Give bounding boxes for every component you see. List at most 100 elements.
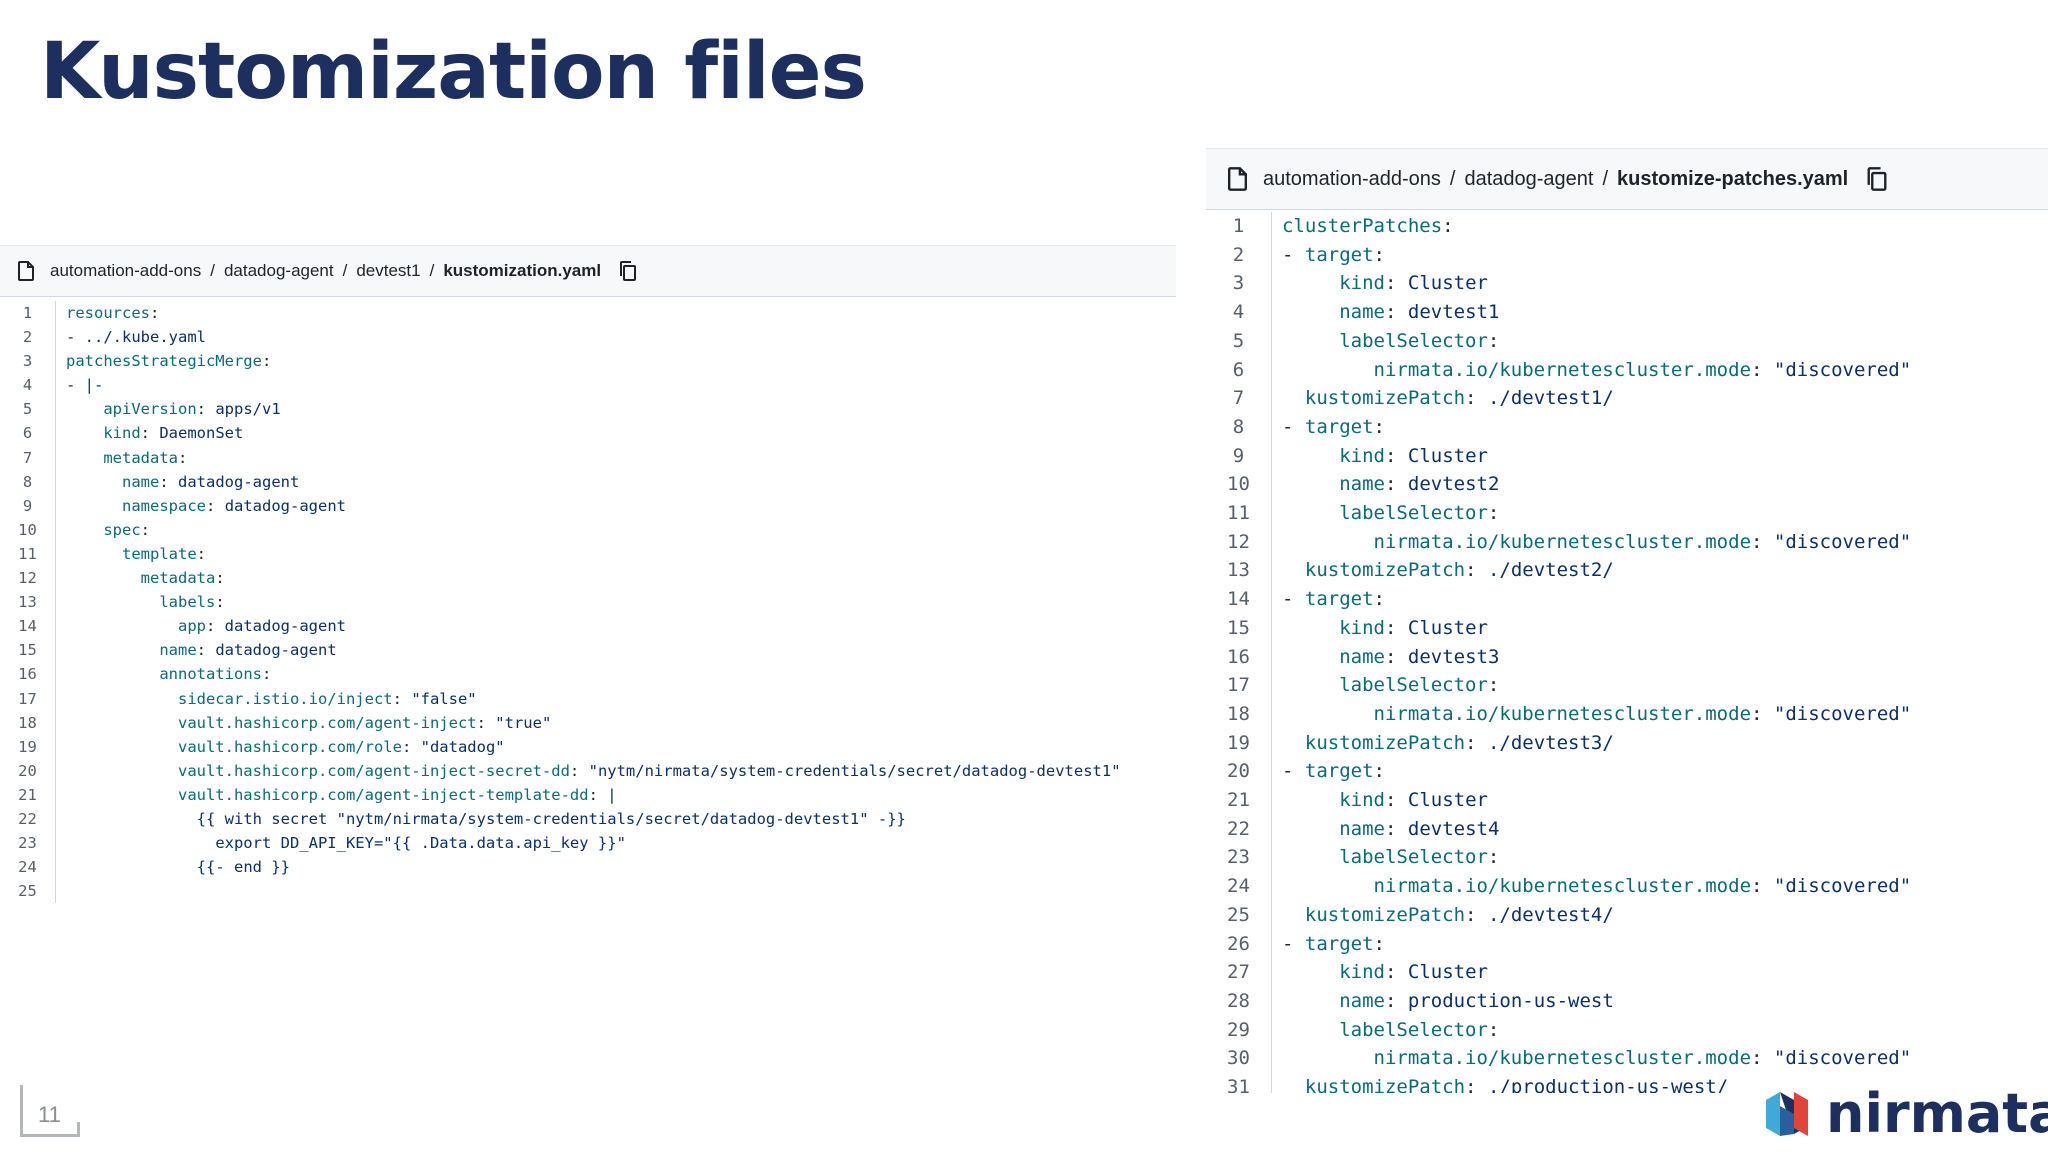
line-number[interactable]: 12: [0, 566, 56, 591]
code-text: annotations:: [159, 665, 272, 684]
line-number[interactable]: 28: [1206, 986, 1272, 1016]
code-text: - ../.kube.yaml: [66, 328, 206, 347]
code-text: kind: Cluster: [1339, 789, 1488, 812]
code-line: 27 kind: Cluster: [1206, 958, 2048, 987]
line-number[interactable]: 5: [1206, 326, 1272, 356]
line-number[interactable]: 13: [1206, 556, 1272, 586]
code-line: 13 labels:: [0, 590, 1176, 615]
line-number[interactable]: 21: [0, 782, 56, 807]
code-lines: 1 clusterPatches: 2 - target: 3 kind: Cluste…: [1206, 212, 2048, 1093]
line-number[interactable]: 3: [1206, 269, 1272, 299]
code-text: kind: DaemonSet: [103, 424, 244, 443]
line-number[interactable]: 3: [0, 349, 56, 374]
code-text: - target:: [1282, 415, 1385, 438]
line-number[interactable]: 17: [0, 686, 56, 711]
line-number[interactable]: 18: [0, 710, 56, 735]
line-number[interactable]: 8: [1206, 412, 1272, 442]
line-number[interactable]: 12: [1206, 527, 1272, 557]
line-number[interactable]: 16: [1206, 642, 1272, 672]
copy-icon[interactable]: [619, 260, 637, 282]
line-number[interactable]: 4: [0, 373, 56, 398]
line-number[interactable]: 11: [0, 541, 56, 567]
line-number[interactable]: 11: [1206, 499, 1272, 528]
line-number[interactable]: 25: [1206, 900, 1272, 930]
line-number[interactable]: 4: [1206, 298, 1272, 327]
copy-icon[interactable]: [1866, 166, 1888, 192]
line-number[interactable]: 17: [1206, 671, 1272, 700]
code-text: [56, 879, 1177, 903]
line-number[interactable]: 18: [1206, 699, 1272, 729]
slide-title: Kustomization files: [40, 27, 867, 117]
line-number[interactable]: 30: [1206, 1044, 1272, 1074]
line-number[interactable]: 6: [0, 421, 56, 446]
brand-name: nirmata: [1826, 1082, 2048, 1145]
line-number[interactable]: 2: [0, 325, 56, 350]
code-text: spec:: [103, 520, 150, 539]
file-icon: [1228, 167, 1247, 191]
line-number[interactable]: 13: [0, 590, 56, 615]
code-line: 24 nirmata.io/kubernetescluster.mode: "d…: [1206, 872, 2048, 901]
line-number[interactable]: 7: [0, 445, 56, 470]
line-number[interactable]: 1: [1206, 212, 1272, 241]
line-number[interactable]: 31: [1206, 1073, 1272, 1093]
code-text: name: devtest3: [1339, 645, 1500, 668]
breadcrumb-repo[interactable]: automation-add-ons: [1263, 168, 1441, 190]
code-text: - target:: [1282, 588, 1385, 611]
code-text: kustomizePatch: ./devtest3/: [1304, 731, 1614, 754]
code-line: 16 name: devtest3: [1206, 642, 2048, 672]
line-number[interactable]: 29: [1206, 1015, 1272, 1045]
nirmata-logo: nirmata: [1762, 1086, 2048, 1142]
code-line: 23 labelSelector:: [1206, 843, 2048, 873]
breadcrumb-repo[interactable]: automation-add-ons: [50, 261, 201, 280]
line-number[interactable]: 14: [1206, 585, 1272, 614]
file-icon: [18, 261, 34, 281]
breadcrumb-folder-datadog-agent[interactable]: datadog-agent: [1464, 168, 1593, 190]
line-number[interactable]: 26: [1206, 929, 1272, 959]
line-number[interactable]: 19: [1206, 728, 1272, 758]
code-line: 23 export DD_API_KEY="{{ .Data.data.api_…: [0, 831, 1176, 856]
code-line: 11 labelSelector:: [1206, 499, 2048, 528]
code-text: nirmata.io/kubernetescluster.mode: "disc…: [1373, 875, 1912, 898]
line-number[interactable]: 21: [1206, 786, 1272, 815]
line-number[interactable]: 27: [1206, 958, 1272, 987]
line-number[interactable]: 14: [0, 614, 56, 639]
line-number[interactable]: 22: [1206, 814, 1272, 844]
breadcrumb-folder-devtest1[interactable]: devtest1: [356, 261, 420, 280]
kustomize-patches-file-panel: automation-add-ons / datadog-agent / kustomi…: [1206, 148, 2048, 1093]
line-number[interactable]: 20: [1206, 757, 1272, 787]
breadcrumb-separator: /: [210, 261, 215, 280]
line-number[interactable]: 1: [0, 301, 56, 326]
line-number[interactable]: 22: [0, 806, 56, 832]
line-number[interactable]: 7: [1206, 384, 1272, 413]
line-number[interactable]: 2: [1206, 240, 1272, 270]
line-number[interactable]: 23: [1206, 843, 1272, 873]
line-number[interactable]: 19: [0, 734, 56, 759]
line-number[interactable]: 24: [1206, 872, 1272, 901]
line-number[interactable]: 24: [0, 855, 56, 880]
code-line: 1 resources:: [0, 301, 1176, 326]
code-line: 9 kind: Cluster: [1206, 441, 2048, 471]
line-number[interactable]: 20: [0, 758, 56, 783]
line-number[interactable]: 15: [0, 638, 56, 663]
line-number[interactable]: 9: [0, 493, 56, 518]
line-number[interactable]: 5: [0, 397, 56, 422]
code-text: kustomizePatch: ./devtest2/: [1304, 559, 1614, 582]
line-number[interactable]: 10: [1206, 470, 1272, 500]
code-line: 3 kind: Cluster: [1206, 269, 2048, 299]
line-number[interactable]: 23: [0, 831, 56, 856]
breadcrumb-folder-datadog-agent[interactable]: datadog-agent: [224, 261, 334, 280]
line-number[interactable]: 10: [0, 517, 56, 542]
page-number: 11: [38, 1102, 61, 1127]
code-text: apiVersion: apps/v1: [103, 400, 281, 419]
code-line: 20 - target:: [1206, 757, 2048, 787]
line-number[interactable]: 9: [1206, 441, 1272, 471]
code-line: 10 name: devtest2: [1206, 470, 2048, 500]
line-number[interactable]: 6: [1206, 355, 1272, 385]
line-number[interactable]: 8: [0, 469, 56, 494]
line-number[interactable]: 16: [0, 662, 56, 687]
code-line: 21 kind: Cluster: [1206, 786, 2048, 815]
line-number[interactable]: 25: [0, 879, 56, 904]
code-text: export DD_API_KEY="{{ .Data.data.api_key…: [215, 834, 626, 853]
line-number[interactable]: 15: [1206, 613, 1272, 643]
breadcrumb: automation-add-ons / datadog-agent / kustomi…: [1263, 168, 1848, 191]
